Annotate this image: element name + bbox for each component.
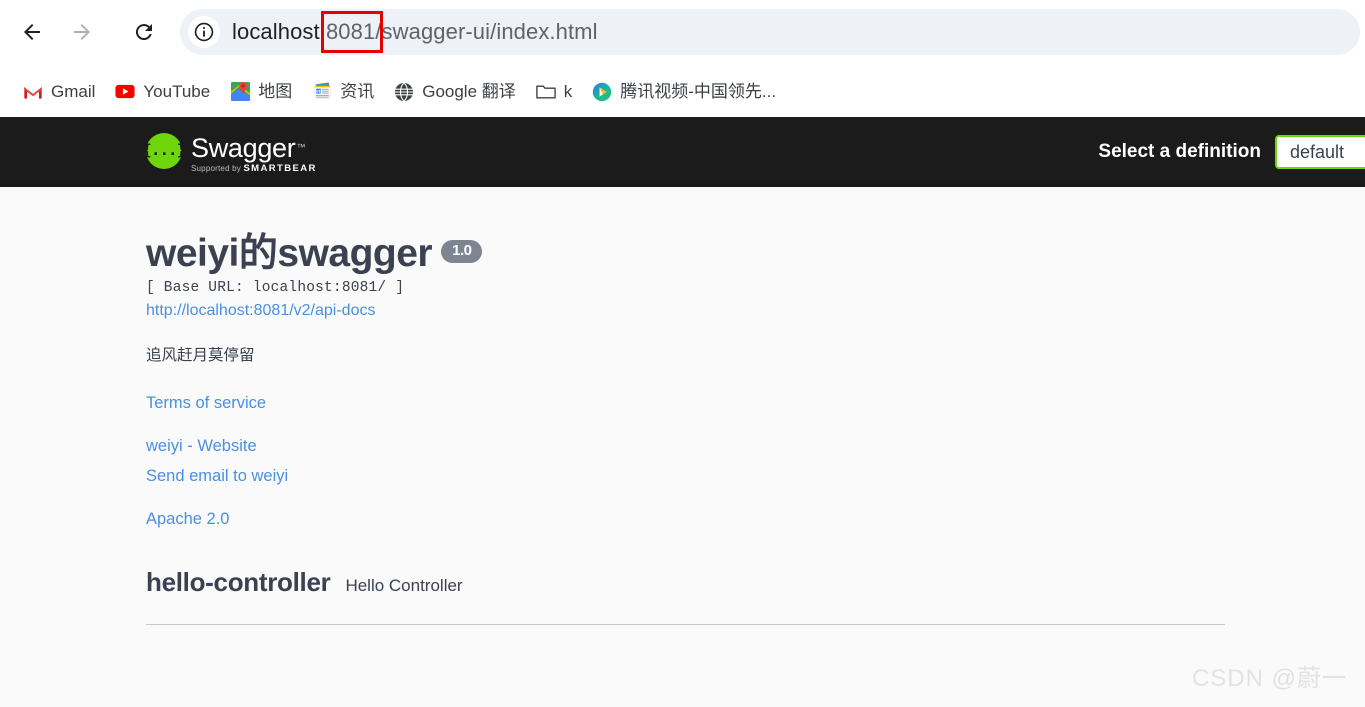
base-url: [ Base URL: localhost:8081/ ] bbox=[146, 280, 405, 296]
svg-text:GE: GE bbox=[315, 89, 321, 94]
bookmark-folder-k[interactable]: k bbox=[527, 76, 582, 108]
watermark: CSDN @蔚一 bbox=[1191, 665, 1347, 692]
api-title-text: weiyi的swagger bbox=[146, 232, 433, 275]
swagger-logo[interactable]: {...} Swagger™ Supported by SMARTBEAR bbox=[143, 131, 317, 174]
browser-chrome: localhost:8081/swagger-ui/index.html Gma… bbox=[0, 0, 1365, 117]
bookmarks-bar: Gmail YouTube 地图 GE 资讯 Google 翻译 k 腾讯视频-… bbox=[0, 66, 1365, 117]
contact-website-link[interactable]: weiyi - Website bbox=[146, 431, 1046, 461]
address-bar[interactable]: localhost:8081/swagger-ui/index.html bbox=[180, 9, 1360, 55]
swagger-content: weiyi的swagger 1.0 [ Base URL: localhost:… bbox=[0, 187, 1365, 707]
back-button[interactable] bbox=[12, 12, 52, 52]
select-definition-label: Select a definition bbox=[1098, 141, 1261, 162]
bookmark-label: 地图 bbox=[258, 81, 293, 101]
definition-select[interactable]: default bbox=[1275, 135, 1365, 169]
gmail-icon bbox=[23, 82, 43, 102]
link-spacer bbox=[146, 418, 1046, 431]
bookmark-tencent-video[interactable]: 腾讯视频-中国领先... bbox=[583, 76, 785, 108]
tencent-video-icon bbox=[592, 82, 612, 102]
bookmark-label: YouTube bbox=[143, 81, 211, 101]
bookmark-label: 资讯 bbox=[340, 81, 375, 101]
tag-description: Hello Controller bbox=[345, 576, 463, 595]
definition-select-value: default bbox=[1290, 141, 1345, 162]
folder-icon bbox=[535, 82, 556, 102]
page-root: localhost:8081/swagger-ui/index.html Gma… bbox=[0, 0, 1365, 707]
api-info-block: weiyi的swagger 1.0 [ Base URL: localhost:… bbox=[146, 232, 1046, 534]
url-path: swagger-ui/index.html bbox=[381, 19, 598, 44]
tag-header[interactable]: hello-controller Hello Controller bbox=[146, 567, 1225, 598]
swagger-braces-glyph: {...} bbox=[142, 141, 186, 159]
api-description: 追风赶月莫停留 bbox=[146, 347, 255, 364]
link-spacer bbox=[146, 491, 1046, 504]
bookmark-youtube[interactable]: YouTube bbox=[106, 76, 219, 108]
api-links: Terms of service weiyi - Website Send em… bbox=[146, 388, 1046, 534]
swagger-logo-text: Swagger™ Supported by SMARTBEAR bbox=[191, 131, 317, 174]
bookmark-label: k bbox=[563, 81, 573, 101]
url-host: localhost bbox=[232, 19, 320, 44]
tag-name: hello-controller bbox=[146, 567, 331, 597]
supported-by-line: Supported by SMARTBEAR bbox=[191, 163, 317, 174]
google-news-icon: GE bbox=[312, 82, 332, 102]
google-translate-icon bbox=[394, 82, 414, 102]
bookmark-news[interactable]: GE 资讯 bbox=[303, 76, 383, 108]
api-docs-link[interactable]: http://localhost:8081/v2/api-docs bbox=[146, 302, 1046, 320]
smartbear-brand: SMARTBEAR bbox=[243, 162, 317, 174]
arrow-right-icon bbox=[74, 24, 90, 40]
reload-icon bbox=[135, 24, 152, 41]
bookmark-label: 腾讯视频-中国领先... bbox=[620, 81, 777, 101]
info-circle-icon bbox=[194, 22, 214, 42]
reload-button[interactable] bbox=[124, 12, 164, 52]
url-text[interactable]: localhost:8081/swagger-ui/index.html bbox=[232, 19, 598, 45]
bookmark-label: Google 翻译 bbox=[422, 81, 516, 101]
supported-by-label: Supported by bbox=[191, 163, 241, 173]
url-port: :8081/ bbox=[319, 19, 382, 44]
youtube-icon bbox=[115, 82, 135, 102]
tag-divider bbox=[146, 624, 1225, 625]
contact-email-link[interactable]: Send email to weiyi bbox=[146, 461, 1046, 491]
swagger-topbar: {...} Swagger™ Supported by SMARTBEAR Se… bbox=[0, 117, 1365, 187]
forward-button[interactable] bbox=[62, 12, 102, 52]
bookmark-maps[interactable]: 地图 bbox=[221, 76, 301, 108]
swagger-wordmark: Swagger bbox=[191, 132, 296, 163]
definition-selector-group: Select a definition default bbox=[1098, 117, 1365, 187]
bookmark-google-translate[interactable]: Google 翻译 bbox=[385, 76, 525, 108]
swagger-mark-icon: {...} bbox=[143, 132, 186, 169]
arrow-left-icon bbox=[24, 24, 40, 40]
tag-section-hello-controller: hello-controller Hello Controller bbox=[146, 567, 1225, 625]
google-maps-icon bbox=[230, 82, 250, 102]
license-link[interactable]: Apache 2.0 bbox=[146, 504, 1046, 534]
bookmark-label: Gmail bbox=[51, 81, 96, 101]
page-title: weiyi的swagger 1.0 bbox=[146, 232, 1046, 276]
terms-of-service-link[interactable]: Terms of service bbox=[146, 388, 1046, 418]
bookmark-gmail[interactable]: Gmail bbox=[14, 76, 104, 108]
version-badge: 1.0 bbox=[441, 240, 483, 263]
site-info-button[interactable] bbox=[188, 16, 220, 48]
trademark-symbol: ™ bbox=[296, 142, 306, 153]
